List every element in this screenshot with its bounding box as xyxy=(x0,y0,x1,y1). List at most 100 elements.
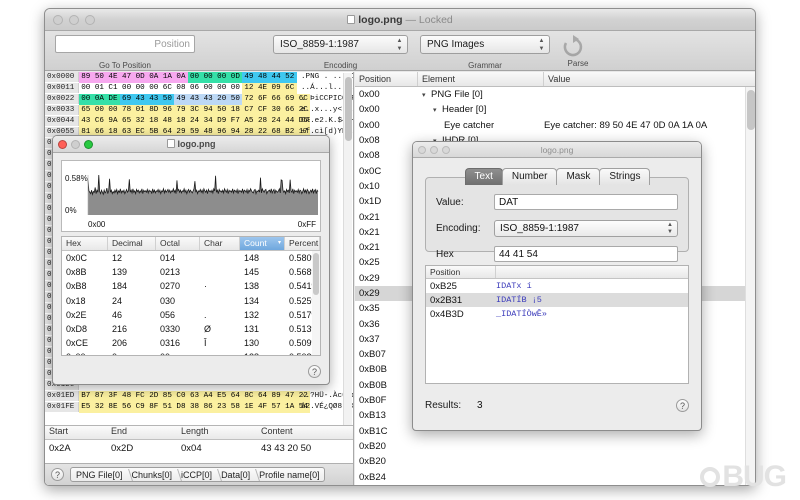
hex-row[interactable]: 0x004443C69A65321848182434D9F7A5282444D6… xyxy=(45,116,353,127)
hex-byte[interactable]: 69 xyxy=(283,94,297,105)
hex-byte[interactable]: 47 xyxy=(120,72,134,83)
search-result-row[interactable]: 0x4B3D_IDATÍÒwÊ» xyxy=(426,307,688,321)
hex-byte[interactable]: CF xyxy=(256,105,270,116)
hex-byte[interactable]: 43 xyxy=(188,94,202,105)
hex-byte[interactable]: 43 xyxy=(133,94,147,105)
hex-byte[interactable]: 08 xyxy=(174,83,188,94)
close-button[interactable] xyxy=(58,140,67,149)
value-help-button[interactable]: ? xyxy=(676,399,689,412)
stats-scroll-thumb[interactable] xyxy=(313,253,319,295)
hex-byte[interactable]: 49 xyxy=(174,94,188,105)
hex-byte[interactable]: 00 xyxy=(201,72,215,83)
hex-byte[interactable]: 85 xyxy=(161,391,175,402)
hex-byte[interactable]: 8E xyxy=(106,402,120,413)
col-percent[interactable]: Percent xyxy=(285,237,320,250)
hex-byte[interactable]: 0A xyxy=(147,72,161,83)
hex-byte[interactable]: C0 xyxy=(174,391,188,402)
hex-byte[interactable]: 57 xyxy=(269,402,283,413)
zoom-button[interactable] xyxy=(84,140,93,149)
hex-byte[interactable]: 00 xyxy=(106,105,120,116)
hex-byte[interactable]: 00 xyxy=(147,83,161,94)
col-hex[interactable]: Hex xyxy=(62,237,108,250)
hex-byte[interactable]: 18 xyxy=(229,105,243,116)
hex-byte[interactable]: 8D xyxy=(147,105,161,116)
hex-byte[interactable]: 66 xyxy=(269,94,283,105)
hex-byte[interactable]: 87 xyxy=(93,391,107,402)
hex-byte[interactable]: 65 xyxy=(79,105,93,116)
hex-byte[interactable]: 51 xyxy=(161,402,175,413)
hex-byte[interactable]: 50 xyxy=(215,105,229,116)
hex-byte[interactable]: C9 xyxy=(133,402,147,413)
hex-byte[interactable]: 44 xyxy=(283,116,297,127)
col-octal[interactable]: Octal xyxy=(156,237,200,250)
hex-row[interactable]: 0x00110001C10000006C0806000000124E096C..… xyxy=(45,83,353,94)
hex-byte[interactable]: 00 xyxy=(79,83,93,94)
hex-row[interactable]: 0x000089504E470D0A1A0A0000000D49484452.P… xyxy=(45,72,353,83)
hex-byte[interactable]: 52 xyxy=(283,72,297,83)
hex-vertical-scrollbar[interactable] xyxy=(343,73,352,484)
close-button[interactable] xyxy=(53,15,63,25)
tree-row[interactable]: 0x00▾Header [0] xyxy=(355,102,745,117)
hex-byte[interactable]: 3F xyxy=(106,391,120,402)
hex-byte[interactable]: 3C xyxy=(188,105,202,116)
stats-vertical-scrollbar[interactable] xyxy=(312,251,320,355)
value-tabs[interactable]: TextNumberMaskStrings xyxy=(425,168,689,185)
tree-scroll-thumb[interactable] xyxy=(747,90,755,130)
hex-byte[interactable]: FC xyxy=(133,391,147,402)
search-results-table[interactable]: Position 0xB25IDATx í0x2B31IDATÍB ¡50x4B… xyxy=(425,265,689,384)
selection-info-row[interactable]: 0x2A 0x2D 0x04 43 43 20 50 xyxy=(45,440,353,456)
hex-byte[interactable]: 01 xyxy=(133,105,147,116)
grammar-select[interactable]: PNG Images ▲▼ xyxy=(420,35,550,54)
breadcrumb[interactable]: PNG File[0]Chunks[0]iCCP[0]Data[0]Profil… xyxy=(70,467,325,482)
hex-byte[interactable]: 00 xyxy=(120,83,134,94)
disclosure-triangle-icon[interactable]: ▾ xyxy=(433,106,442,114)
tree-row[interactable]: 0x00Eye catcherEye catcher: 89 50 4E 47 … xyxy=(355,118,745,133)
tree-row-element[interactable]: ▾PNG File [0] xyxy=(418,89,544,100)
help-button[interactable]: ? xyxy=(51,468,64,481)
tree-row-element[interactable]: ▾Header [0] xyxy=(418,104,544,115)
stat-row[interactable]: 0x2E46056.1320.517% xyxy=(62,308,320,322)
statistics-help-button[interactable]: ? xyxy=(308,365,321,378)
hex-bytes[interactable]: 000ADE694343504943432050726F66696C xyxy=(79,94,297,104)
hex-byte[interactable]: 4E xyxy=(106,72,120,83)
hex-row[interactable]: 0x0022000ADE694343504943432050726F66696C… xyxy=(45,94,353,105)
hex-bytes[interactable]: 65000078018D96793C945018C7CF30662C xyxy=(79,105,297,115)
hex-byte[interactable]: 6C xyxy=(161,83,175,94)
hex-byte[interactable]: 43 xyxy=(147,94,161,105)
tab-number[interactable]: Number xyxy=(502,168,558,185)
hex-byte[interactable]: 89 xyxy=(79,72,93,83)
tree-row[interactable]: 0xB20 xyxy=(355,454,745,469)
hex-byte[interactable]: E5 xyxy=(79,402,93,413)
search-result-row[interactable]: 0x2B31IDATÍB ¡5 xyxy=(426,293,688,307)
stat-row[interactable]: 0x0C120141480.580% xyxy=(62,251,320,265)
hex-byte[interactable]: 0D xyxy=(229,72,243,83)
hex-byte[interactable]: 50 xyxy=(93,72,107,83)
hex-byte[interactable]: 0D xyxy=(133,72,147,83)
hex-byte[interactable]: 47 xyxy=(283,391,297,402)
tab-strings[interactable]: Strings xyxy=(599,168,650,185)
hex-byte[interactable]: 20 xyxy=(215,94,229,105)
hex-byte[interactable]: E5 xyxy=(215,391,229,402)
hex-byte[interactable]: 65 xyxy=(120,116,134,127)
hex-bytes[interactable]: 89504E470D0A1A0A0000000D49484452 xyxy=(79,72,297,82)
value-input[interactable]: DAT xyxy=(494,194,678,210)
close-button[interactable] xyxy=(418,146,426,154)
hex-byte[interactable]: 12 xyxy=(242,83,256,94)
zoom-button[interactable] xyxy=(85,15,95,25)
minimize-button[interactable] xyxy=(69,15,79,25)
hex-row[interactable]: 0x01EDB7873F48FC2D85C063A4E5648C64894722… xyxy=(45,391,353,402)
hex-byte[interactable]: 96 xyxy=(161,105,175,116)
hex-byte[interactable]: A5 xyxy=(242,116,256,127)
tree-row[interactable]: 0x00▾PNG File [0] xyxy=(355,87,745,102)
hex-bytes[interactable]: 0001C10000006C0806000000124E096C xyxy=(79,83,297,93)
hex-byte[interactable]: 63 xyxy=(188,391,202,402)
hex-byte[interactable]: 23 xyxy=(215,402,229,413)
hex-byte[interactable]: 32 xyxy=(133,116,147,127)
hex-byte[interactable]: 18 xyxy=(174,116,188,127)
tree-row[interactable]: 0xB24 xyxy=(355,469,745,484)
hex-byte[interactable]: 50 xyxy=(229,94,243,105)
hex-byte[interactable]: 00 xyxy=(188,72,202,83)
hex-byte[interactable]: 48 xyxy=(120,391,134,402)
hex-byte[interactable]: 00 xyxy=(133,83,147,94)
hex-byte[interactable]: 2D xyxy=(147,391,161,402)
